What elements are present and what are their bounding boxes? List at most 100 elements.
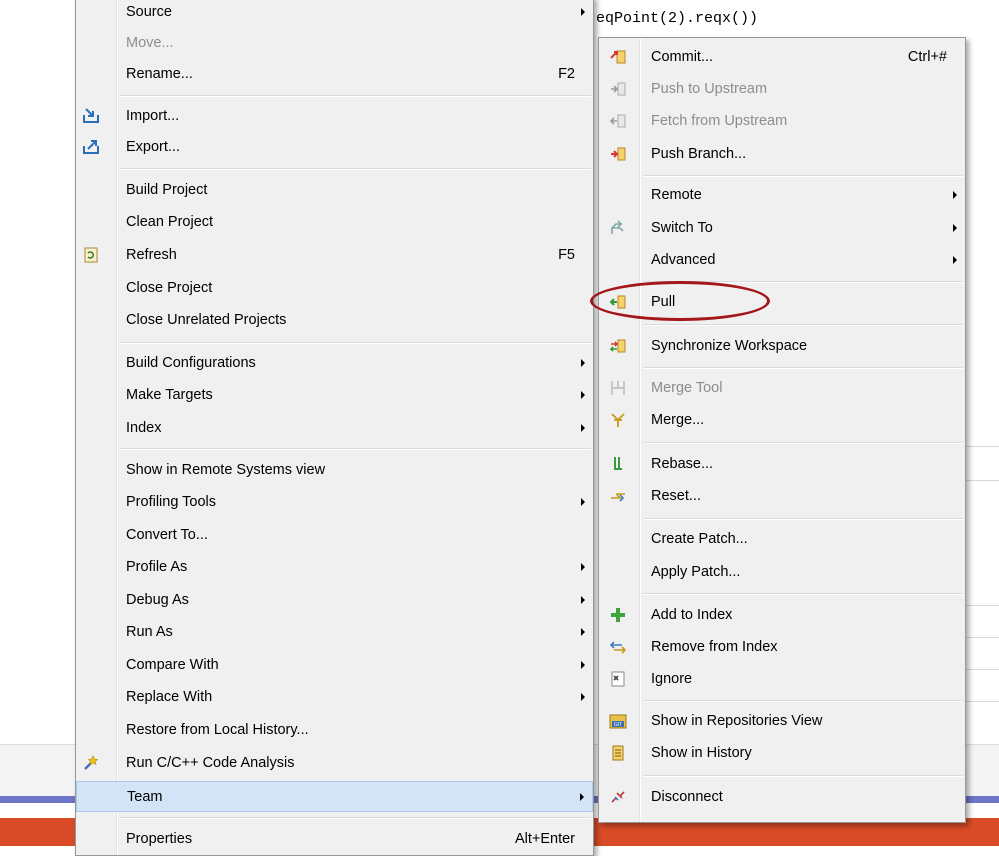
- editor-code-line: eqPoint(2).reqx()): [596, 10, 759, 27]
- submenu-arrow-icon: [953, 256, 957, 264]
- menu-item-label: Add to Index: [651, 607, 733, 623]
- menu-item-label: Create Patch...: [651, 531, 748, 547]
- menu-item-run-as[interactable]: Run As: [76, 617, 593, 648]
- menu-item-label: Team: [127, 789, 163, 805]
- menu-item-label: Convert To...: [126, 527, 208, 543]
- project-context-menu: Source Move... Rename... F2 Import... Ex…: [75, 0, 594, 856]
- submenu-arrow-icon: [581, 498, 585, 506]
- merge-tool-icon: [611, 381, 625, 395]
- menu-separator: [643, 775, 963, 777]
- menu-item-push-branch[interactable]: Push Branch...: [599, 139, 965, 170]
- menu-item-label: Make Targets: [126, 387, 213, 403]
- menu-item-make-targets[interactable]: Make Targets: [76, 380, 593, 411]
- menu-item-label: Source: [126, 4, 172, 20]
- menu-item-merge[interactable]: Merge...: [599, 405, 965, 436]
- menu-item-convert-to[interactable]: Convert To...: [76, 520, 593, 551]
- code-analysis-icon: [84, 755, 99, 770]
- menu-separator: [120, 448, 591, 450]
- editor-divider: [966, 480, 999, 481]
- menu-item-add-to-index[interactable]: Add to Index: [599, 600, 965, 631]
- menu-item-source[interactable]: Source: [76, 0, 593, 28]
- menu-item-label: Close Project: [126, 280, 213, 296]
- submenu-arrow-icon: [953, 191, 957, 199]
- menu-item-label: Show in History: [651, 745, 752, 761]
- menu-item-build-configurations[interactable]: Build Configurations: [76, 348, 593, 379]
- menu-item-label: Merge...: [651, 412, 705, 428]
- menu-item-show-in-history[interactable]: Show in History: [599, 738, 965, 769]
- menu-item-close-unrelated-projects[interactable]: Close Unrelated Projects: [76, 305, 593, 336]
- menu-item-label: Advanced: [651, 252, 716, 268]
- menu-item-move[interactable]: Move...: [76, 28, 593, 59]
- menu-separator: [643, 442, 963, 444]
- menu-item-disconnect[interactable]: Disconnect: [599, 782, 965, 813]
- menu-item-remote[interactable]: Remote: [599, 180, 965, 211]
- submenu-arrow-icon: [953, 224, 957, 232]
- menu-item-reset[interactable]: Reset...: [599, 481, 965, 512]
- menu-separator: [643, 175, 963, 177]
- menu-item-commit[interactable]: Commit... Ctrl+#: [599, 42, 965, 73]
- menu-item-rebase[interactable]: Rebase...: [599, 449, 965, 480]
- remove-from-index-icon: [609, 641, 627, 654]
- menu-item-ignore[interactable]: Ignore: [599, 664, 965, 695]
- menu-item-show-in-repositories-view[interactable]: GIT Show in Repositories View: [599, 706, 965, 737]
- menu-item-apply-patch[interactable]: Apply Patch...: [599, 557, 965, 588]
- menu-item-label: Commit...: [651, 49, 714, 65]
- submenu-arrow-icon: [581, 391, 585, 399]
- push-upstream-icon: [611, 82, 626, 96]
- menu-item-compare-with[interactable]: Compare With: [76, 650, 593, 681]
- table-line: [966, 669, 999, 670]
- menu-item-advanced[interactable]: Advanced: [599, 245, 965, 276]
- menu-item-replace-with[interactable]: Replace With: [76, 682, 593, 713]
- menu-item-profiling-tools[interactable]: Profiling Tools: [76, 487, 593, 518]
- submenu-arrow-icon: [581, 661, 585, 669]
- menu-item-clean-project[interactable]: Clean Project: [76, 207, 593, 238]
- menu-item-label: Switch To: [651, 220, 713, 236]
- menu-item-refresh[interactable]: Refresh F5: [76, 240, 593, 271]
- reset-icon: [611, 493, 625, 502]
- table-line: [966, 605, 999, 606]
- submenu-arrow-icon: [581, 693, 585, 701]
- menu-item-rename[interactable]: Rename... F2: [76, 59, 593, 90]
- menu-item-synchronize-workspace[interactable]: Synchronize Workspace: [599, 331, 965, 362]
- menu-item-label: Ignore: [651, 671, 693, 687]
- menu-item-label: Run As: [126, 624, 173, 640]
- menu-item-label: Replace With: [126, 689, 213, 705]
- history-icon: [612, 745, 624, 761]
- shortcut-label: F2: [558, 66, 575, 82]
- menu-item-label: Push Branch...: [651, 146, 747, 162]
- menu-item-label: Debug As: [126, 592, 189, 608]
- export-icon: [83, 140, 99, 154]
- menu-item-index[interactable]: Index: [76, 413, 593, 444]
- menu-item-show-in-remote-systems-view[interactable]: Show in Remote Systems view: [76, 455, 593, 486]
- add-to-index-icon: [611, 608, 625, 622]
- menu-item-fetch-from-upstream[interactable]: Fetch from Upstream: [599, 106, 965, 137]
- menu-item-label: Build Project: [126, 182, 208, 198]
- menu-item-run-code-analysis[interactable]: Run C/C++ Code Analysis: [76, 748, 593, 779]
- menu-item-close-project[interactable]: Close Project: [76, 273, 593, 304]
- table-line: [966, 637, 999, 638]
- menu-item-build-project[interactable]: Build Project: [76, 175, 593, 206]
- submenu-arrow-icon: [581, 563, 585, 571]
- menu-item-switch-to[interactable]: Switch To: [599, 213, 965, 244]
- menu-item-label: Fetch from Upstream: [651, 113, 788, 129]
- menu-item-properties[interactable]: Properties Alt+Enter: [76, 824, 593, 855]
- submenu-arrow-icon: [581, 628, 585, 636]
- menu-item-team[interactable]: Team: [76, 781, 593, 812]
- switch-branch-icon: [611, 220, 624, 234]
- menu-item-label: Push to Upstream: [651, 81, 768, 97]
- menu-separator: [120, 168, 591, 170]
- menu-item-label: Apply Patch...: [651, 564, 741, 580]
- menu-item-label: Profile As: [126, 559, 188, 575]
- menu-item-profile-as[interactable]: Profile As: [76, 552, 593, 583]
- menu-item-label: Rename...: [126, 66, 193, 82]
- menu-item-push-to-upstream[interactable]: Push to Upstream: [599, 74, 965, 105]
- menu-item-create-patch[interactable]: Create Patch...: [599, 524, 965, 555]
- menu-item-import[interactable]: Import...: [76, 101, 593, 132]
- menu-item-label: Compare With: [126, 657, 219, 673]
- menu-item-export[interactable]: Export...: [76, 132, 593, 163]
- menu-item-debug-as[interactable]: Debug As: [76, 585, 593, 616]
- menu-item-restore-from-local-history[interactable]: Restore from Local History...: [76, 715, 593, 746]
- menu-item-label: Remote: [651, 187, 702, 203]
- menu-item-remove-from-index[interactable]: Remove from Index: [599, 632, 965, 663]
- menu-item-merge-tool[interactable]: Merge Tool: [599, 373, 965, 404]
